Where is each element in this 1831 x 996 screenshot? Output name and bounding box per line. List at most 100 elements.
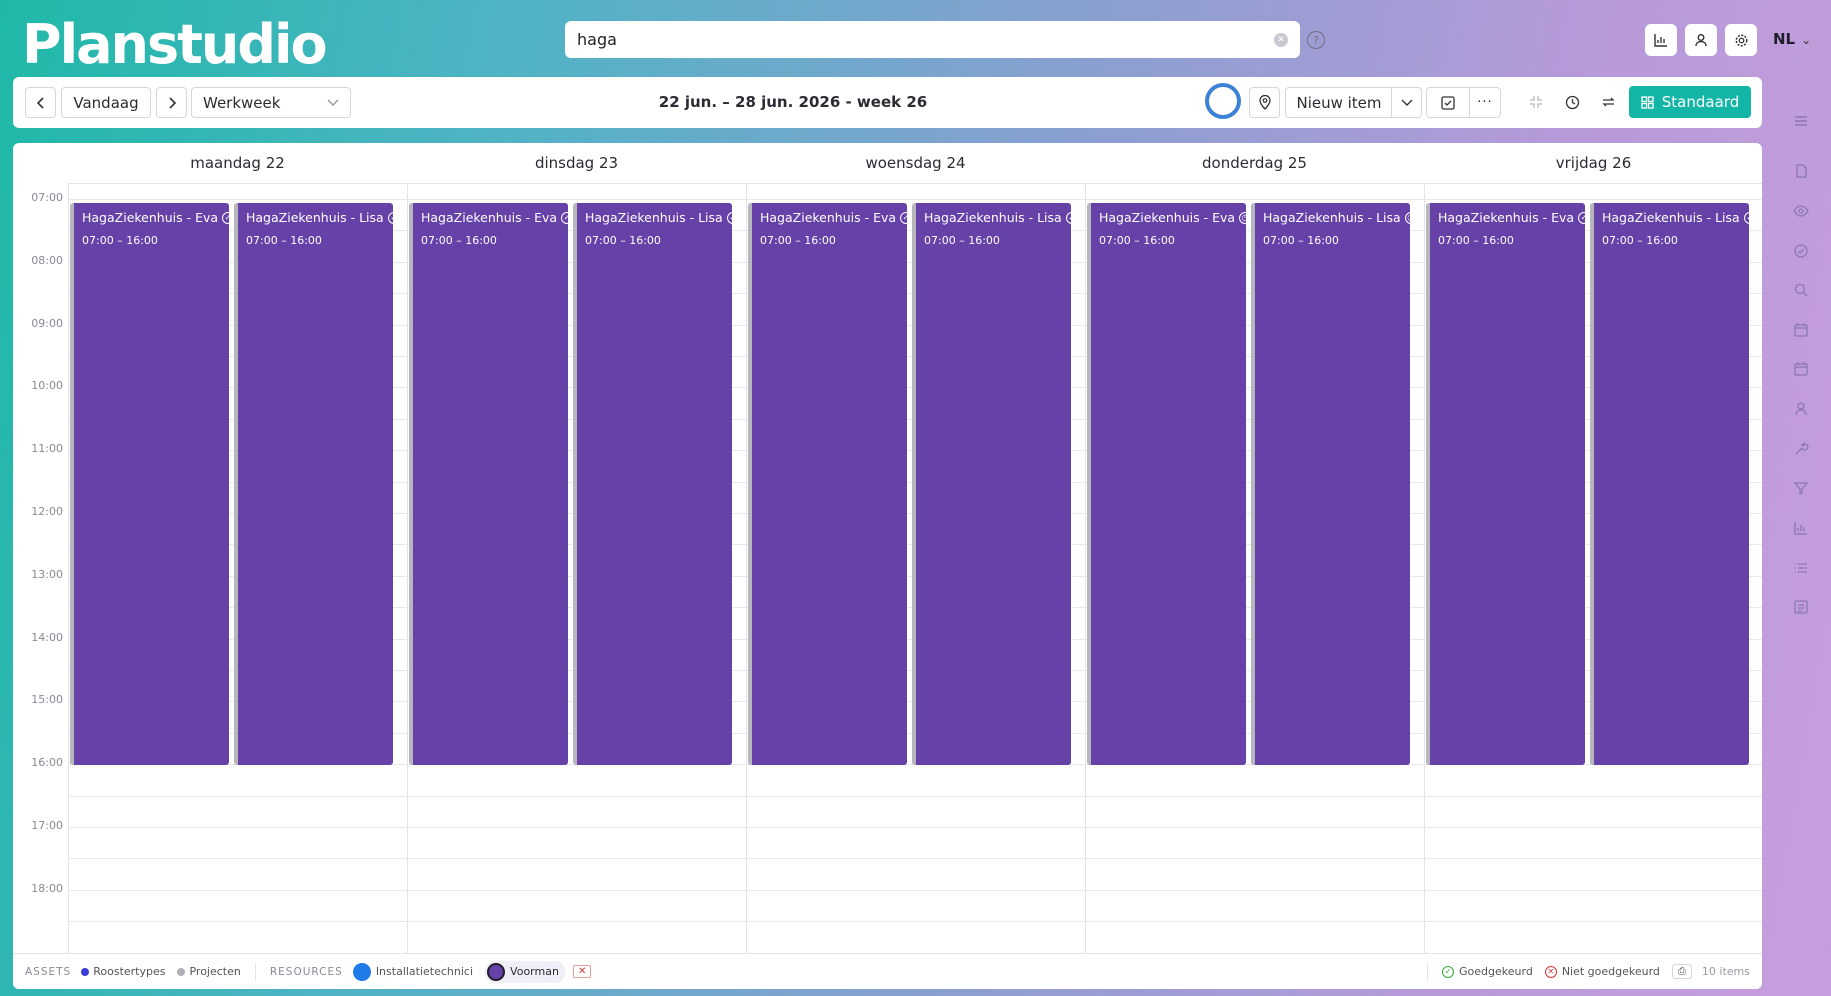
search-field[interactable]: haga ✕ xyxy=(565,21,1300,58)
bar-chart-icon[interactable] xyxy=(1786,517,1816,539)
filter-icon[interactable] xyxy=(1786,477,1816,499)
time-label: 11:00 xyxy=(31,442,63,456)
language-label: NL xyxy=(1773,30,1796,48)
installatietechnici-label: Installatietechnici xyxy=(375,965,474,978)
person-icon[interactable] xyxy=(1786,398,1816,420)
calendar-event[interactable]: HagaZiekenhuis - Eva ✓ 07:00 – 16:00 xyxy=(1426,203,1591,765)
event-title: HagaZiekenhuis - Eva xyxy=(1438,210,1575,225)
day-header[interactable]: donderdag 25 xyxy=(1085,143,1424,184)
document-icon[interactable] xyxy=(1786,160,1816,182)
calendar-event[interactable]: HagaZiekenhuis - Lisa ✓ 07:00 – 16:00 xyxy=(912,203,1078,765)
profile-button[interactable] xyxy=(1685,24,1717,56)
calendar-event[interactable]: HagaZiekenhuis - Eva ✓ 07:00 – 16:00 xyxy=(409,203,574,765)
projecten-label: Projecten xyxy=(189,965,241,978)
time-slot-line xyxy=(68,795,1762,797)
event-title: HagaZiekenhuis - Lisa xyxy=(246,210,384,225)
eye-icon[interactable] xyxy=(1786,200,1816,222)
check-circle-icon[interactable] xyxy=(1786,240,1816,262)
menu-icon[interactable] xyxy=(1786,110,1816,132)
approved-label: Goedgekeurd xyxy=(1459,965,1533,978)
day-header[interactable]: maandag 22 xyxy=(68,143,407,184)
time-label: 13:00 xyxy=(31,567,63,581)
search-input[interactable]: haga xyxy=(577,30,1274,49)
app-logo[interactable]: Planstudio xyxy=(22,10,328,80)
calendar-event[interactable]: HagaZiekenhuis - Eva ◷ 07:00 – 16:00 xyxy=(1087,203,1252,765)
new-item-button[interactable]: Nieuw item xyxy=(1285,87,1393,118)
item-count: 10 items xyxy=(1701,965,1750,978)
check-circle-icon: ✓ xyxy=(222,211,235,224)
event-time: 07:00 – 16:00 xyxy=(82,234,158,247)
clock-icon: ◷ xyxy=(1239,211,1252,224)
day-header[interactable]: vrijdag 26 xyxy=(1424,143,1762,184)
time-label: 07:00 xyxy=(31,191,63,204)
clock-icon: ◷ xyxy=(1404,211,1417,224)
event-title-row: HagaZiekenhuis - Eva ✓ xyxy=(1438,210,1591,225)
clear-search-icon[interactable]: ✕ xyxy=(1274,32,1288,47)
calendar-event[interactable]: HagaZiekenhuis - Eva ✓ 07:00 – 16:00 xyxy=(70,203,235,765)
next-week-button[interactable] xyxy=(156,87,187,118)
stats-button[interactable] xyxy=(1645,24,1677,56)
wrench-icon[interactable] xyxy=(1786,438,1816,460)
calendar-icon[interactable] xyxy=(1786,319,1816,341)
history-button[interactable] xyxy=(1561,91,1583,113)
day-header[interactable]: dinsdag 23 xyxy=(407,143,746,184)
help-icon[interactable]: ? xyxy=(1307,31,1325,49)
event-title-row: HagaZiekenhuis - Lisa ✓ xyxy=(585,210,739,225)
select-mode-button[interactable] xyxy=(1426,87,1470,118)
time-label: 14:00 xyxy=(31,630,63,644)
today-button[interactable]: Vandaag xyxy=(61,87,151,118)
event-title: HagaZiekenhuis - Eva xyxy=(421,210,558,225)
week-calendar: maandag 22 dinsdag 23 woensdag 24 donderdag… xyxy=(13,143,1762,989)
standaard-view-button[interactable]: Standaard xyxy=(1629,86,1751,118)
chevron-down-icon: ⌄ xyxy=(1801,33,1812,47)
day-column-divider xyxy=(1085,184,1086,953)
projecten-filter[interactable]: Projecten xyxy=(177,965,241,978)
roostertypes-label: Roostertypes xyxy=(93,965,166,978)
event-title: HagaZiekenhuis - Lisa xyxy=(585,210,723,225)
search-icon[interactable] xyxy=(1786,279,1816,301)
new-item-dropdown[interactable] xyxy=(1391,87,1422,118)
check-circle-icon: ✓ xyxy=(1578,211,1591,224)
calendar-alt-icon[interactable] xyxy=(1786,358,1816,380)
list-icon[interactable] xyxy=(1786,557,1816,579)
time-slot-line xyxy=(68,199,1762,200)
user-icon xyxy=(1695,34,1707,47)
day-column-divider xyxy=(1424,184,1425,953)
event-time: 07:00 – 16:00 xyxy=(585,234,661,247)
event-title-row: HagaZiekenhuis - Lisa ✓ xyxy=(924,210,1078,225)
calendar-toolbar: Vandaag Werkweek 22 jun. – 28 jun. 2026 … xyxy=(13,77,1762,128)
location-button[interactable] xyxy=(1249,87,1280,118)
time-slot-line xyxy=(68,889,1762,891)
prev-week-button[interactable] xyxy=(25,87,56,118)
view-select[interactable]: Werkweek xyxy=(191,87,351,118)
roostertypes-filter[interactable]: Roostertypes xyxy=(81,965,165,978)
calendar-footer: ASSETS Roostertypes Projecten RESOURCES … xyxy=(13,953,1762,989)
sync-button[interactable] xyxy=(1597,91,1619,113)
print-button[interactable]: ⎙ xyxy=(1671,964,1692,979)
calendar-event[interactable]: HagaZiekenhuis - Lisa ◷ 07:00 – 16:00 xyxy=(1251,203,1417,765)
event-time: 07:00 – 16:00 xyxy=(1438,234,1514,247)
ellipsis-icon: ··· xyxy=(1477,95,1493,110)
calendar-event[interactable]: HagaZiekenhuis - Lisa ✓ 07:00 – 16:00 xyxy=(573,203,739,765)
installatietechnici-filter[interactable]: Installatietechnici xyxy=(352,962,474,981)
calendar-event[interactable]: HagaZiekenhuis - Lisa ✓ 07:00 – 16:00 xyxy=(1590,203,1756,765)
voorman-filter[interactable]: Voorman xyxy=(485,960,565,983)
report-icon[interactable] xyxy=(1786,596,1816,618)
event-time: 07:00 – 16:00 xyxy=(760,234,836,247)
event-title: HagaZiekenhuis - Eva xyxy=(1099,210,1236,225)
event-time: 07:00 – 16:00 xyxy=(246,234,322,247)
calendar-event[interactable]: HagaZiekenhuis - Lisa ✓ 07:00 – 16:00 xyxy=(234,203,400,765)
more-options-button[interactable]: ··· xyxy=(1469,87,1501,118)
collapse-button[interactable] xyxy=(1525,91,1547,113)
divider xyxy=(254,962,256,981)
language-select[interactable]: NL ⌄ xyxy=(1773,30,1811,48)
clear-filter-button[interactable]: ✕ xyxy=(572,965,592,978)
event-time: 07:00 – 16:00 xyxy=(924,234,1000,247)
event-title-row: HagaZiekenhuis - Eva ✓ xyxy=(82,210,235,225)
calendar-event[interactable]: HagaZiekenhuis - Eva ✓ 07:00 – 16:00 xyxy=(748,203,913,765)
roostertypes-dot xyxy=(81,967,90,976)
settings-button[interactable] xyxy=(1725,24,1757,56)
day-header[interactable]: woensdag 24 xyxy=(746,143,1085,184)
chevron-right-icon xyxy=(168,96,176,109)
event-title: HagaZiekenhuis - Lisa xyxy=(924,210,1062,225)
